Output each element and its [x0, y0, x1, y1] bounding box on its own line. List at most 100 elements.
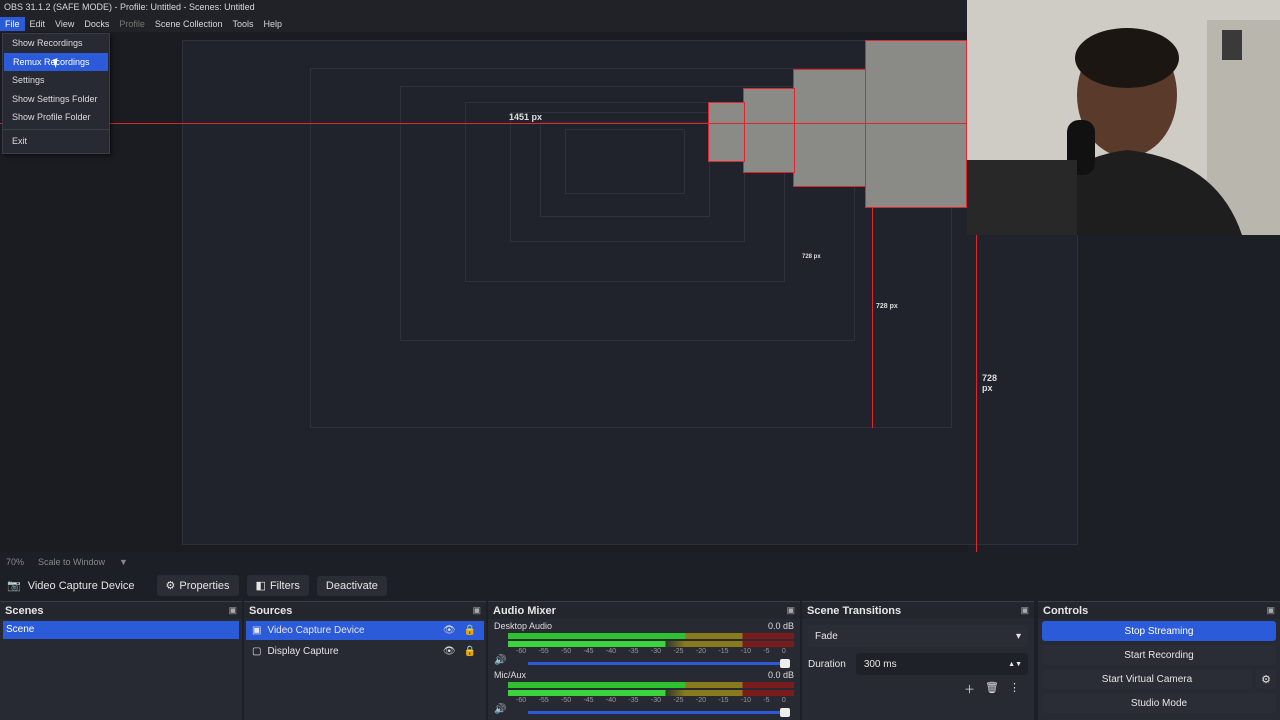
source-item-video-capture[interactable]: ▣ Video Capture Device 👁 🔒	[246, 621, 484, 640]
menu-item-settings[interactable]: Settings	[3, 71, 109, 90]
scenes-title: Scenes	[5, 604, 44, 617]
menu-view[interactable]: View	[50, 17, 79, 31]
menu-profile[interactable]: Profile	[114, 17, 150, 31]
filters-button[interactable]: ◧ Filters	[246, 575, 309, 596]
obs-window: OBS 31.1.2 (SAFE MODE) - Profile: Untitl…	[0, 0, 1280, 720]
dock-menu-icon[interactable]: ▣	[786, 605, 795, 616]
menu-docks[interactable]: Docks	[79, 17, 114, 31]
stop-streaming-button[interactable]: Stop Streaming	[1042, 621, 1276, 641]
gear-icon[interactable]: ⚙	[1256, 669, 1276, 689]
source-toolbar: 📷 Video Capture Device ⚙ Properties ◧ Fi…	[0, 572, 1280, 599]
preview-canvas[interactable]: 1451 px 728 px 728 px 728 px	[0, 32, 1078, 552]
studio-mode-button[interactable]: Studio Mode	[1042, 693, 1276, 713]
controls-title: Controls	[1043, 604, 1089, 617]
volume-meter	[508, 690, 794, 696]
camera-icon: ▣	[252, 625, 262, 636]
channel-level: 0.0 dB	[767, 621, 794, 631]
duration-input[interactable]: 300 ms ▲▼	[855, 653, 1028, 675]
scenes-dock: Scenes ▣ Scene	[0, 601, 242, 720]
meter-ticks: -60 -55 -50 -45 -40 -35 -30 -25 -20 -15 -10 -5 0	[516, 697, 786, 704]
speaker-icon[interactable]: 🔊	[494, 655, 506, 666]
menu-item-exit[interactable]: Exit	[3, 132, 109, 151]
volume-slider[interactable]	[528, 659, 790, 668]
zoom-level[interactable]: 70%	[6, 557, 24, 567]
channel-level: 0.0 dB	[767, 670, 794, 680]
webcam-tile-2	[793, 69, 866, 187]
mixer-channel-mic: Mic/Aux 0.0 dB -60 -55 -50 -45 -40 -35 -30 -25 -2…	[488, 668, 800, 717]
menu-item-show-settings-folder[interactable]: Show Settings Folder	[3, 90, 109, 109]
menu-edit[interactable]: Edit	[25, 17, 51, 31]
source-label: Display Capture	[267, 646, 339, 657]
trash-icon[interactable]: 🗑	[985, 681, 999, 697]
tick: -30	[650, 648, 662, 655]
start-virtual-camera-button[interactable]: Start Virtual Camera ⚙	[1042, 669, 1276, 689]
volume-meter	[508, 682, 794, 688]
more-icon[interactable]: ⋮	[1009, 681, 1020, 697]
audio-mixer-header: Audio Mixer ▣	[488, 602, 800, 619]
dock-menu-icon[interactable]: ▣	[1020, 605, 1029, 616]
tick: 0	[781, 697, 786, 704]
volume-meter	[508, 641, 794, 647]
tick: 0	[781, 648, 786, 655]
duration-value: 300 ms	[863, 658, 897, 670]
height-label-2: 728 px	[876, 303, 898, 310]
lock-icon[interactable]: 🔒	[464, 625, 476, 636]
tick: -50	[560, 697, 572, 704]
tick: -60	[516, 697, 527, 704]
menu-tools[interactable]: Tools	[227, 17, 258, 31]
deactivate-button[interactable]: Deactivate	[316, 575, 387, 596]
scene-transitions-dock: Scene Transitions ▣ Fade ▾ Duration 300 …	[802, 601, 1034, 720]
scenes-header: Scenes ▣	[0, 602, 242, 619]
menu-separator	[3, 128, 109, 130]
height-label: 728 px	[982, 373, 998, 393]
lock-icon[interactable]: 🔒	[464, 646, 476, 657]
eye-icon[interactable]: 👁	[443, 625, 456, 636]
source-label: Video Capture Device	[267, 625, 365, 636]
duration-label: Duration	[808, 658, 846, 670]
controls-dock: Controls ▣ Stop Streaming Start Recordin…	[1038, 601, 1280, 720]
transition-select[interactable]: Fade ▾	[808, 625, 1028, 647]
volume-slider[interactable]	[528, 708, 790, 717]
tick: -5	[763, 648, 770, 655]
menu-bar: File Edit View Docks Profile Scene Colle…	[0, 15, 968, 32]
tick: -15	[718, 648, 729, 655]
speaker-icon[interactable]: 🔊	[494, 704, 506, 715]
scene-transitions-title: Scene Transitions	[807, 604, 902, 617]
channel-name: Desktop Audio	[494, 621, 553, 631]
menu-scene-collection[interactable]: Scene Collection	[150, 17, 228, 31]
scene-item[interactable]: Scene	[3, 621, 239, 639]
channel-name: Mic/Aux	[494, 670, 527, 680]
transition-value: Fade	[815, 630, 838, 642]
tick: -40	[605, 648, 617, 655]
source-item-display-capture[interactable]: ▢ Display Capture 👁 🔒	[246, 642, 484, 661]
volume-meter	[508, 633, 794, 639]
eye-icon[interactable]: 👁	[443, 646, 456, 657]
scale-mode[interactable]: Scale to Window	[38, 557, 105, 567]
menu-help[interactable]: Help	[258, 17, 287, 31]
preview-status-bar: 70% Scale to Window ▼	[0, 552, 1280, 572]
selected-source: 📷 Video Capture Device	[7, 579, 135, 593]
nested-preview-7	[565, 129, 685, 194]
dock-menu-icon[interactable]: ▣	[472, 605, 481, 616]
spinner-icon[interactable]: ▲▼	[1008, 661, 1022, 668]
tick: -50	[560, 648, 572, 655]
menu-item-show-profile-folder[interactable]: Show Profile Folder	[3, 108, 109, 127]
scene-transitions-header: Scene Transitions ▣	[802, 602, 1034, 619]
dock-menu-icon[interactable]: ▣	[228, 605, 237, 616]
tick: -20	[695, 648, 706, 655]
add-icon[interactable]: ＋	[964, 681, 975, 697]
chevron-down-icon[interactable]: ▼	[119, 557, 128, 567]
tick: -45	[583, 648, 594, 655]
start-recording-button[interactable]: Start Recording	[1042, 645, 1276, 665]
dock-menu-icon[interactable]: ▣	[1266, 605, 1275, 616]
guide-line-vertical	[976, 235, 977, 552]
audio-mixer-title: Audio Mixer	[493, 604, 556, 617]
webcam-feed	[967, 0, 1280, 235]
tick: -10	[740, 697, 751, 704]
menu-item-show-recordings[interactable]: Show Recordings	[3, 34, 109, 53]
gear-icon: ⚙	[165, 580, 176, 592]
tick: -45	[583, 697, 594, 704]
properties-button[interactable]: ⚙ Properties	[156, 575, 239, 596]
menu-file[interactable]: File	[0, 16, 25, 31]
webcam-tile-4	[708, 102, 745, 162]
